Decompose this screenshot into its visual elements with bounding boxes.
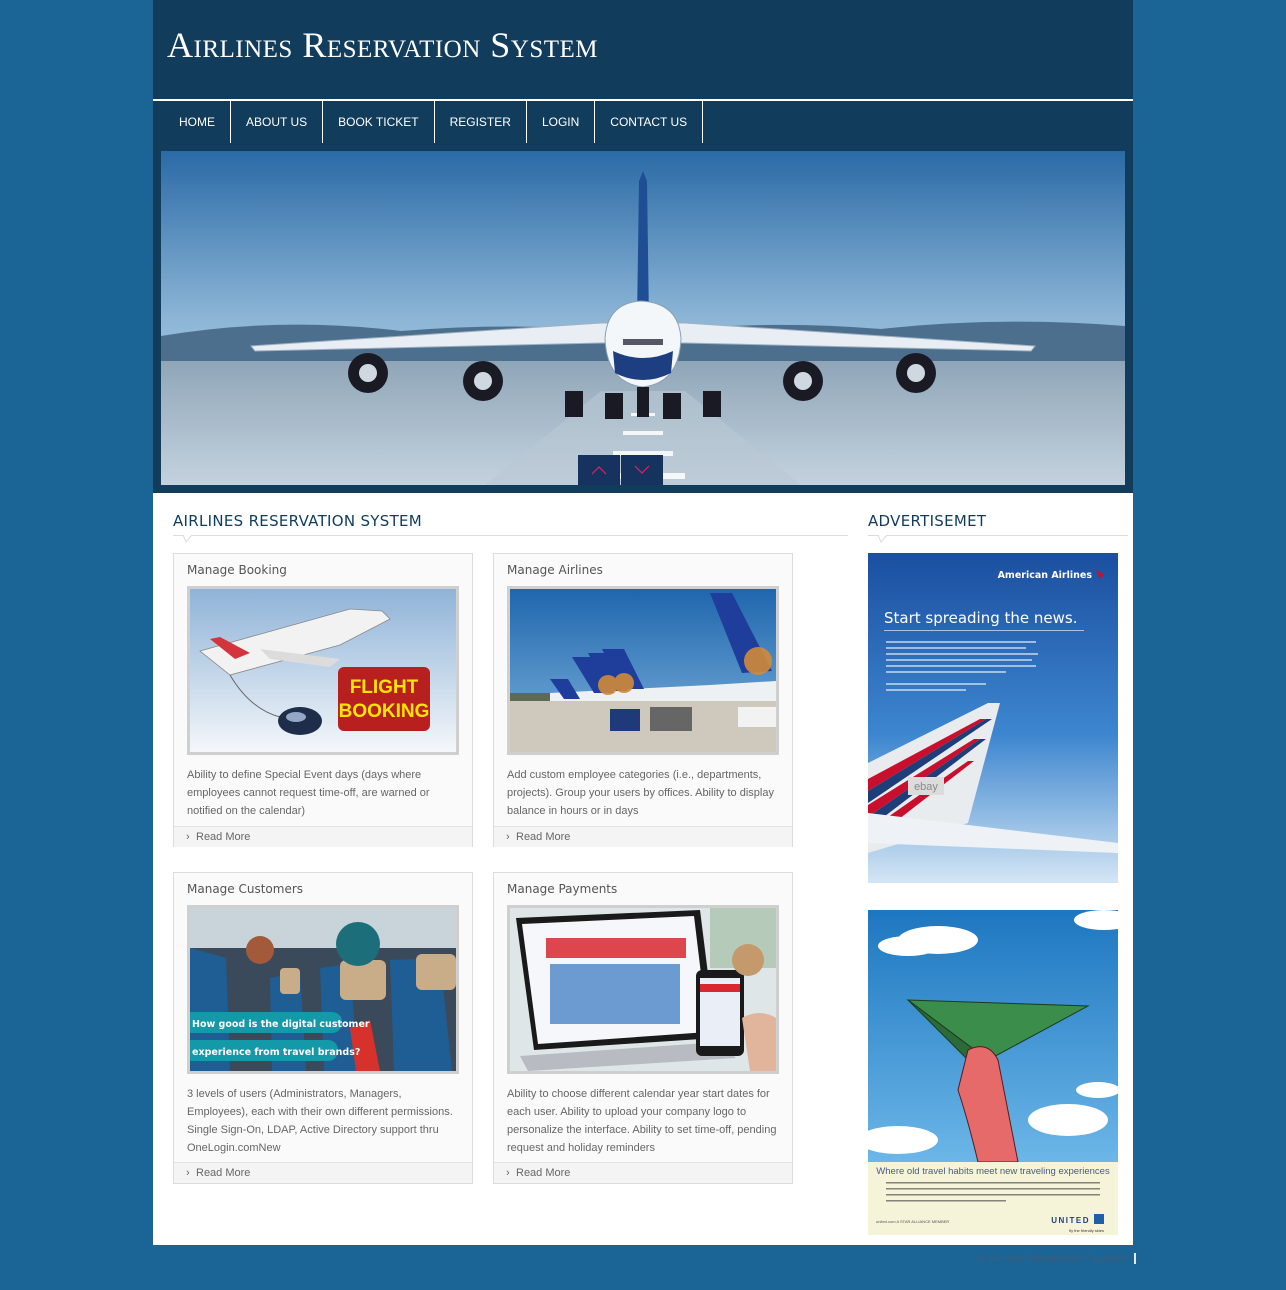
ad-headline: Start spreading the news. <box>884 609 1077 627</box>
hero-airplane-image <box>161 151 1125 485</box>
site-title[interactable]: Airlines Reservation System <box>167 24 598 66</box>
nav-about-us[interactable]: ABOUT US <box>231 101 324 143</box>
footer-copyright: © Airlines Reservation System <box>978 1253 1127 1265</box>
chevron-down-icon <box>634 465 650 474</box>
read-more-link[interactable]: › Read More <box>174 1162 472 1183</box>
ad-tail-logo: ebay <box>914 781 938 793</box>
chevron-right-icon: › <box>506 831 510 843</box>
heading-rule <box>173 535 848 536</box>
heading-notch <box>183 535 193 543</box>
card-manage-payments: Manage Payments Ability to choose differ… <box>493 872 793 1184</box>
card-title[interactable]: Manage Customers <box>187 882 303 896</box>
main-nav: HOME ABOUT US BOOK TICKET REGISTER LOGIN… <box>153 101 704 143</box>
card-title[interactable]: Manage Payments <box>507 882 617 896</box>
ad-headline: Where old travel habits meet new traveli… <box>876 1166 1110 1177</box>
card-image-text: FLIGHT <box>350 677 419 698</box>
nav-home[interactable]: HOME <box>153 101 231 143</box>
hero-slider <box>161 151 1125 485</box>
card-manage-customers: Manage Customers How good is the digital… <box>173 872 473 1184</box>
ad-american-airlines[interactable]: American Airlines Start spreading the ne… <box>868 553 1118 883</box>
card-description: Add custom employee categories (i.e., de… <box>507 769 774 817</box>
card-title[interactable]: Manage Airlines <box>507 563 603 577</box>
nav-login[interactable]: LOGIN <box>527 101 596 143</box>
ad-brand: UNITED <box>1051 1216 1090 1225</box>
card-description: 3 levels of users (Administrators, Manag… <box>187 1088 453 1154</box>
sidebar-heading: ADVERTISEMET <box>868 512 987 530</box>
payments-image[interactable] <box>507 905 779 1074</box>
card-title[interactable]: Manage Booking <box>187 563 287 577</box>
card-manage-booking: Manage Booking FLIGHT BOOKING Ability to… <box>173 553 473 847</box>
flight-booking-image[interactable]: FLIGHT BOOKING <box>187 586 459 755</box>
chevron-up-icon <box>591 466 607 475</box>
card-image-text: How good is the digital customer <box>192 1019 370 1030</box>
card-image-text: experience from travel brands? <box>192 1047 360 1058</box>
sidebar-heading-notch <box>878 535 888 543</box>
content-panel: AIRLINES RESERVATION SYSTEM Manage Booki… <box>153 493 1133 1245</box>
main-heading: AIRLINES RESERVATION SYSTEM <box>173 512 423 530</box>
ad-tagline: fly the friendly skies <box>1069 1228 1104 1233</box>
ad-footer: united.com A STAR ALLIANCE MEMBER <box>876 1219 949 1224</box>
chevron-right-icon: › <box>186 831 190 843</box>
chevron-right-icon: › <box>506 1167 510 1179</box>
airlines-image[interactable] <box>507 586 779 755</box>
nav-register[interactable]: REGISTER <box>435 101 527 143</box>
ad-brand: American Airlines <box>998 570 1093 581</box>
card-description: Ability to choose different calendar yea… <box>507 1088 777 1154</box>
nav-book-ticket[interactable]: BOOK TICKET <box>323 101 435 143</box>
ad-united[interactable]: Where old travel habits meet new traveli… <box>868 910 1118 1235</box>
read-more-link[interactable]: › Read More <box>494 1162 792 1183</box>
read-more-link[interactable]: › Read More <box>494 826 792 847</box>
page-wrapper: Airlines Reservation System HOME ABOUT U… <box>153 0 1133 1245</box>
card-image-text: BOOKING <box>339 701 430 722</box>
header: Airlines Reservation System HOME ABOUT U… <box>153 0 1133 493</box>
slider-prev-button[interactable] <box>578 455 620 485</box>
card-manage-airlines: Manage Airlines Add custom employee cate… <box>493 553 793 847</box>
sidebar-heading-rule <box>868 535 1128 536</box>
footer-separator <box>1134 1253 1136 1264</box>
read-more-link[interactable]: › Read More <box>174 826 472 847</box>
chevron-right-icon: › <box>186 1167 190 1179</box>
slider-next-button[interactable] <box>621 455 663 485</box>
nav-contact-us[interactable]: CONTACT US <box>595 101 704 143</box>
card-description: Ability to define Special Event days (da… <box>187 769 430 817</box>
customers-image[interactable]: How good is the digital customer experie… <box>187 905 459 1074</box>
